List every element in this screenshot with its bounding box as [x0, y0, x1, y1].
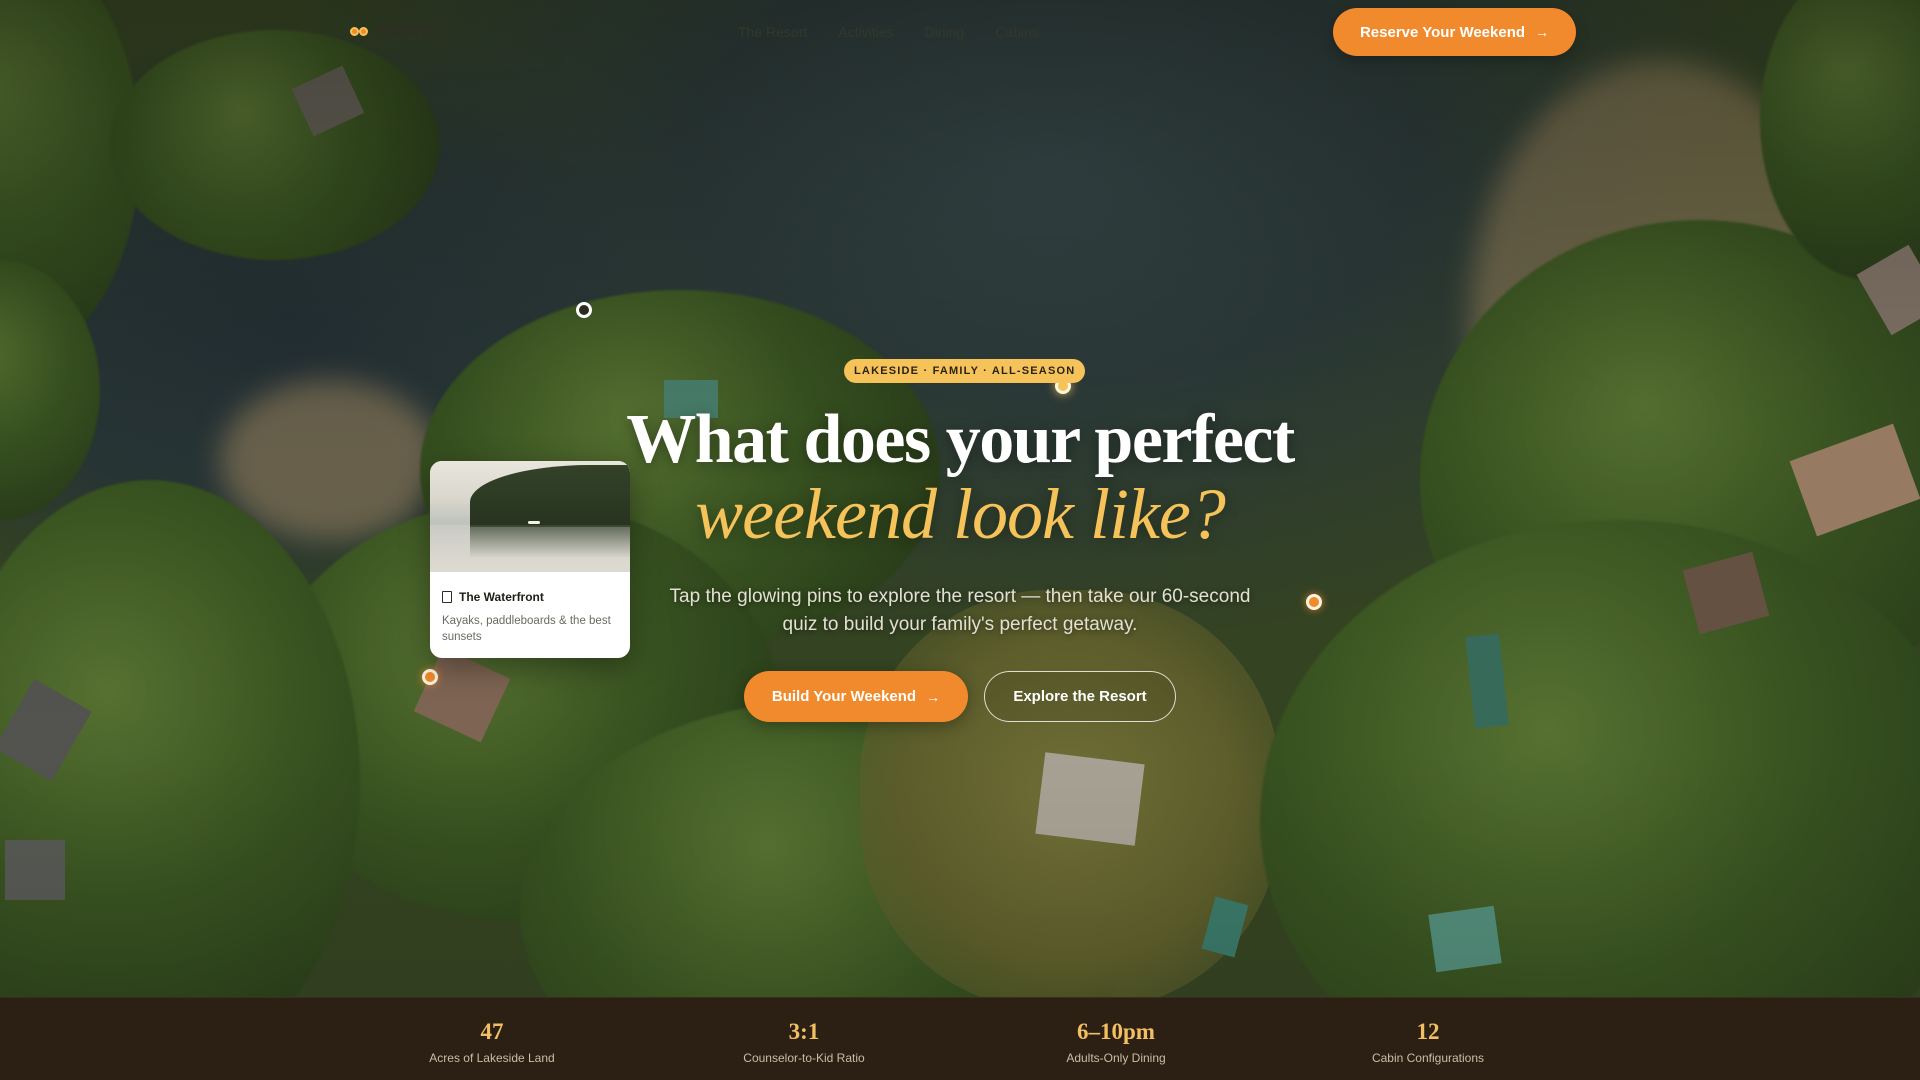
- stat-item: 12 Cabin Configurations: [1318, 998, 1538, 1065]
- hero-title: What does your perfect: [626, 401, 1295, 478]
- explore-the-resort-button[interactable]: Explore the Resort: [984, 671, 1176, 722]
- map-pin[interactable]: [576, 302, 592, 318]
- nav-link-the-resort[interactable]: The Resort: [738, 24, 807, 40]
- stats-bar: 47 Acres of Lakeside Land 3:1 Counselor-…: [0, 997, 1920, 1080]
- map-pin-glowing[interactable]: [1306, 594, 1322, 610]
- card-title: The Waterfront: [459, 590, 544, 604]
- stat-item: 3:1 Counselor-to-Kid Ratio: [694, 998, 914, 1065]
- stat-value: 6–10pm: [1077, 1019, 1155, 1044]
- stat-label: Cabin Configurations: [1371, 1051, 1485, 1065]
- build-button-label: Build Your Weekend: [771, 688, 917, 705]
- top-navigation: Hearth The Resort Activities Dining Cabi…: [0, 0, 1920, 66]
- arrow-right-icon: →: [926, 688, 941, 705]
- stat-label: Acres of Lakeside Land: [429, 1051, 555, 1065]
- stat-item: 6–10pm Adults-Only Dining: [1006, 998, 1226, 1065]
- hero-eyebrow-badge: LAKESIDE · FAMILY · ALL-SEASON: [844, 359, 1086, 383]
- arrow-right-icon: →: [1535, 24, 1550, 40]
- nav-links: The Resort Activities Dining Cabins: [738, 24, 1039, 40]
- hero-subtitle: Tap the glowing pins to explore the reso…: [669, 586, 1251, 635]
- nav-link-cabins[interactable]: Cabins: [995, 24, 1039, 40]
- nav-link-dining[interactable]: Dining: [924, 24, 964, 40]
- nav-link-activities[interactable]: Activities: [838, 24, 893, 40]
- stat-label: Counselor-to-Kid Ratio: [743, 1051, 865, 1065]
- stat-value: 47: [480, 1019, 504, 1044]
- map-pin-glowing[interactable]: [422, 669, 438, 685]
- bookmark-icon: [442, 591, 452, 603]
- brand-logo[interactable]: Hearth: [350, 20, 438, 42]
- hero-title-italic: weekend look like?: [695, 474, 1226, 554]
- stat-value: 3:1: [788, 1019, 820, 1044]
- stat-value: 12: [1416, 1019, 1440, 1044]
- waterfront-info-card[interactable]: The Waterfront Kayaks, paddleboards & th…: [430, 461, 630, 658]
- stat-item: 47 Acres of Lakeside Land: [382, 998, 602, 1065]
- brand-name: Hearth: [378, 20, 439, 41]
- build-your-weekend-button[interactable]: Build Your Weekend →: [744, 671, 968, 722]
- brand-logo-icon: [350, 24, 370, 38]
- stat-label: Adults-Only Dining: [1066, 1051, 1166, 1065]
- card-description: Kayaks, paddleboards & the best sunsets: [442, 615, 611, 643]
- waterfront-photo: [430, 461, 630, 572]
- reserve-button-label: Reserve Your Weekend: [1359, 23, 1526, 41]
- reserve-your-weekend-button[interactable]: Reserve Your Weekend →: [1333, 8, 1576, 56]
